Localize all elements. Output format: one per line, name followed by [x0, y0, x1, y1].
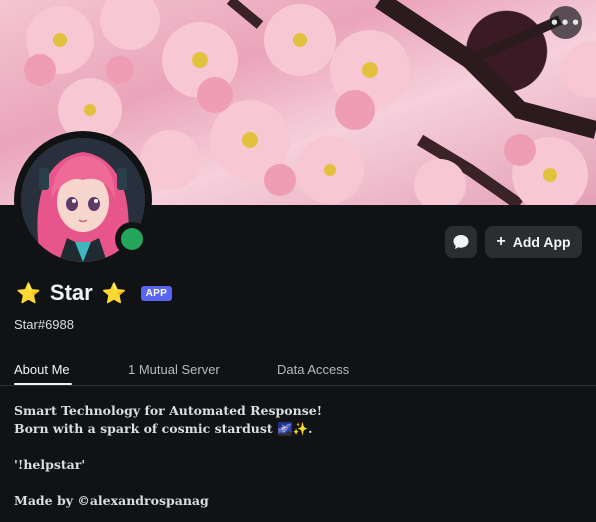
- add-app-label: Add App: [512, 234, 571, 250]
- plus-icon: +: [496, 233, 506, 250]
- speech-bubble-icon: [453, 235, 469, 249]
- more-options-button[interactable]: •••: [549, 6, 582, 39]
- help-command-text: '!helpstar': [14, 457, 86, 472]
- star-emoji-icon: ⭐: [101, 282, 127, 305]
- ellipsis-icon: •••: [549, 13, 582, 32]
- online-status-indicator: [115, 222, 149, 256]
- display-name-text: Star: [49, 280, 93, 305]
- display-name-row: ⭐ Star ⭐ APP: [16, 278, 173, 308]
- display-name: ⭐ Star ⭐: [16, 280, 127, 306]
- add-app-button[interactable]: + Add App: [485, 226, 582, 258]
- app-badge: APP: [140, 285, 173, 301]
- credit-text: Made by ©alexandrospanag: [14, 493, 209, 508]
- message-button[interactable]: [445, 226, 477, 258]
- avatar-container: [14, 131, 152, 269]
- about-me-section: Smart Technology for Automated Response!…: [14, 402, 584, 510]
- profile-tabs: About Me 1 Mutual Server Data Access: [0, 360, 596, 386]
- tab-about-me[interactable]: About Me: [14, 362, 70, 377]
- about-line: Smart Technology for Automated Response!: [14, 403, 323, 418]
- about-line: Born with a spark of cosmic stardust 🌌✨.: [14, 421, 313, 436]
- star-emoji-icon: ⭐: [16, 282, 41, 305]
- tab-data-access[interactable]: Data Access: [277, 362, 349, 377]
- active-tab-indicator: [14, 383, 72, 385]
- tab-mutual-servers[interactable]: 1 Mutual Server: [128, 362, 220, 377]
- username-tag: Star#6988: [14, 317, 74, 332]
